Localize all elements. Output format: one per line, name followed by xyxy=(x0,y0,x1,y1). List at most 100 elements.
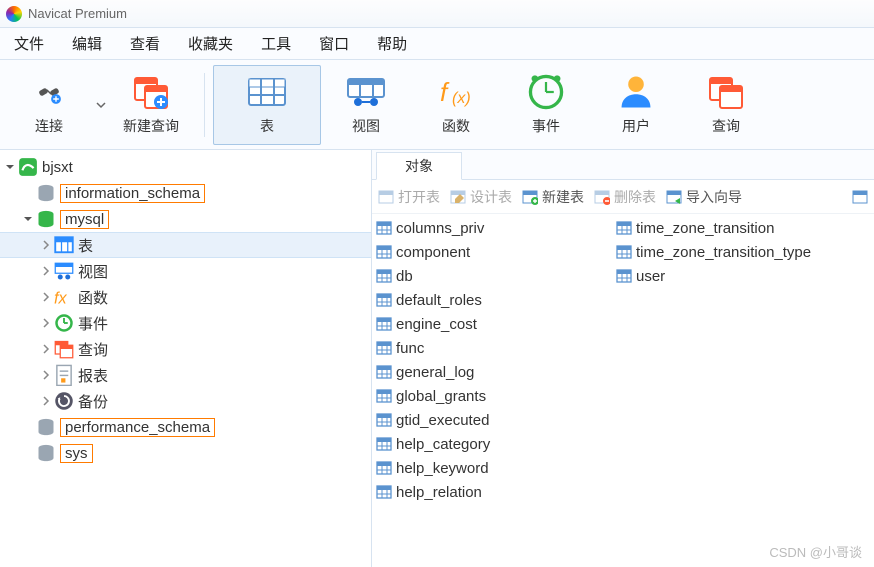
table-item[interactable]: user xyxy=(616,264,811,288)
table-item-label: db xyxy=(396,268,413,285)
table-item[interactable]: general_log xyxy=(376,360,616,384)
toolbar-connect-label: 连接 xyxy=(35,116,63,136)
tree-db-perf[interactable]: performance_schema xyxy=(0,414,371,440)
table-item[interactable]: global_grants xyxy=(376,384,616,408)
main-area: bjsxt information_schema mysql 表 视图 fx 函… xyxy=(0,150,874,567)
query2-icon xyxy=(706,72,746,112)
object-column-2: time_zone_transition time_zone_transition… xyxy=(616,216,811,565)
table-open-icon xyxy=(378,189,394,205)
menu-view[interactable]: 查看 xyxy=(116,33,174,54)
toolbar-new-query[interactable]: 新建查询 xyxy=(106,65,196,145)
table-item[interactable]: time_zone_transition_type xyxy=(616,240,811,264)
table-item[interactable]: help_keyword xyxy=(376,456,616,480)
tree-sub-view[interactable]: 视图 xyxy=(0,258,371,284)
objbar-new[interactable]: 新建表 xyxy=(522,187,584,207)
dropdown-icon[interactable] xyxy=(96,100,106,110)
tree-db-sys-label: sys xyxy=(60,444,93,463)
table-item[interactable]: time_zone_transition xyxy=(616,216,811,240)
table-icon xyxy=(54,236,74,254)
fx-icon: fx xyxy=(54,287,74,307)
table-item[interactable]: component xyxy=(376,240,616,264)
watermark: CSDN @小哥谈 xyxy=(769,542,862,561)
tree-sub-event[interactable]: 事件 xyxy=(0,310,371,336)
table-item-label: help_relation xyxy=(396,484,482,501)
toolbar-user[interactable]: 用户 xyxy=(591,65,681,145)
menu-file[interactable]: 文件 xyxy=(0,33,58,54)
objbar-delete[interactable]: 删除表 xyxy=(594,187,656,207)
tree-sub-report[interactable]: 报表 xyxy=(0,362,371,388)
objbar-more[interactable] xyxy=(852,189,868,205)
objbar-open[interactable]: 打开表 xyxy=(378,187,440,207)
report-icon xyxy=(54,364,74,387)
object-list: columns_priv component db default_rolesengi… xyxy=(372,214,874,567)
toolbar-connect[interactable]: 连接 xyxy=(4,65,94,145)
expand-icon xyxy=(41,266,51,276)
tree-sub-query[interactable]: 查询 xyxy=(0,336,371,362)
toolbar-function-label: 函数 xyxy=(442,116,470,136)
tree-connection-label: bjsxt xyxy=(42,159,73,176)
menu-favorites[interactable]: 收藏夹 xyxy=(174,33,247,54)
table-delete-icon xyxy=(594,189,610,205)
tree-sub-query-label: 查询 xyxy=(78,339,108,360)
tree-sub-event-label: 事件 xyxy=(78,313,108,334)
table-item-label: columns_priv xyxy=(396,220,484,237)
table-item[interactable]: help_category xyxy=(376,432,616,456)
tree-sub-backup[interactable]: 备份 xyxy=(0,388,371,414)
table-item[interactable]: help_relation xyxy=(376,480,616,504)
function-icon: f (x) xyxy=(436,77,476,107)
collapse-icon xyxy=(23,214,33,224)
objbar-design[interactable]: 设计表 xyxy=(450,187,512,207)
window-title: Navicat Premium xyxy=(28,6,127,21)
objbar-import-label: 导入向导 xyxy=(686,187,742,207)
table-item[interactable]: db xyxy=(376,264,616,288)
menu-edit[interactable]: 编辑 xyxy=(58,33,116,54)
table-item-label: default_roles xyxy=(396,292,482,309)
collapse-icon xyxy=(5,162,15,172)
table-icon xyxy=(247,77,287,107)
menu-bar: 文件 编辑 查看 收藏夹 工具 窗口 帮助 xyxy=(0,28,874,60)
tree-db-mysql[interactable]: mysql xyxy=(0,206,371,232)
menu-window[interactable]: 窗口 xyxy=(305,33,363,54)
table-item-label: user xyxy=(636,268,665,285)
tree-sub-report-label: 报表 xyxy=(78,365,108,386)
query-icon xyxy=(131,72,171,112)
toolbar-table[interactable]: 表 xyxy=(213,65,321,145)
table-item[interactable]: func xyxy=(376,336,616,360)
toolbar-function[interactable]: f (x) 函数 xyxy=(411,65,501,145)
toolbar-view[interactable]: 视图 xyxy=(321,65,411,145)
toolbar-table-label: 表 xyxy=(260,116,274,136)
user-icon xyxy=(616,72,656,112)
query-icon xyxy=(54,339,74,359)
menu-tools[interactable]: 工具 xyxy=(247,33,305,54)
svg-text:(x): (x) xyxy=(452,90,471,107)
toolbar-event[interactable]: 事件 xyxy=(501,65,591,145)
tree-sub-table-label: 表 xyxy=(78,235,93,256)
table-item[interactable]: engine_cost xyxy=(376,312,616,336)
tree-db-sys[interactable]: sys xyxy=(0,440,371,466)
tree-sub-table[interactable]: 表 xyxy=(0,232,371,258)
menu-help[interactable]: 帮助 xyxy=(363,33,421,54)
table-item-label: gtid_executed xyxy=(396,412,489,429)
expand-icon xyxy=(41,240,51,250)
tab-objects[interactable]: 对象 xyxy=(376,152,462,180)
table-item-label: time_zone_transition_type xyxy=(636,244,811,261)
app-logo xyxy=(6,6,22,22)
objbar-design-label: 设计表 xyxy=(470,187,512,207)
table-item[interactable]: default_roles xyxy=(376,288,616,312)
tree-sub-function[interactable]: fx 函数 xyxy=(0,284,371,310)
toolbar-user-label: 用户 xyxy=(622,116,650,136)
tree-connection[interactable]: bjsxt xyxy=(0,154,371,180)
table-item-label: func xyxy=(396,340,424,357)
tree-db-info[interactable]: information_schema xyxy=(0,180,371,206)
table-item[interactable]: columns_priv xyxy=(376,216,616,240)
tree-sub-function-label: 函数 xyxy=(78,287,108,308)
table-item[interactable]: gtid_executed xyxy=(376,408,616,432)
table-item-label: component xyxy=(396,244,470,261)
table-item-label: engine_cost xyxy=(396,316,477,333)
view-icon xyxy=(54,262,74,280)
toolbar-query[interactable]: 查询 xyxy=(681,65,771,145)
objbar-import[interactable]: 导入向导 xyxy=(666,187,742,207)
table-item-label: general_log xyxy=(396,364,474,381)
tree-sub-backup-label: 备份 xyxy=(78,391,108,412)
view-icon xyxy=(346,77,386,107)
